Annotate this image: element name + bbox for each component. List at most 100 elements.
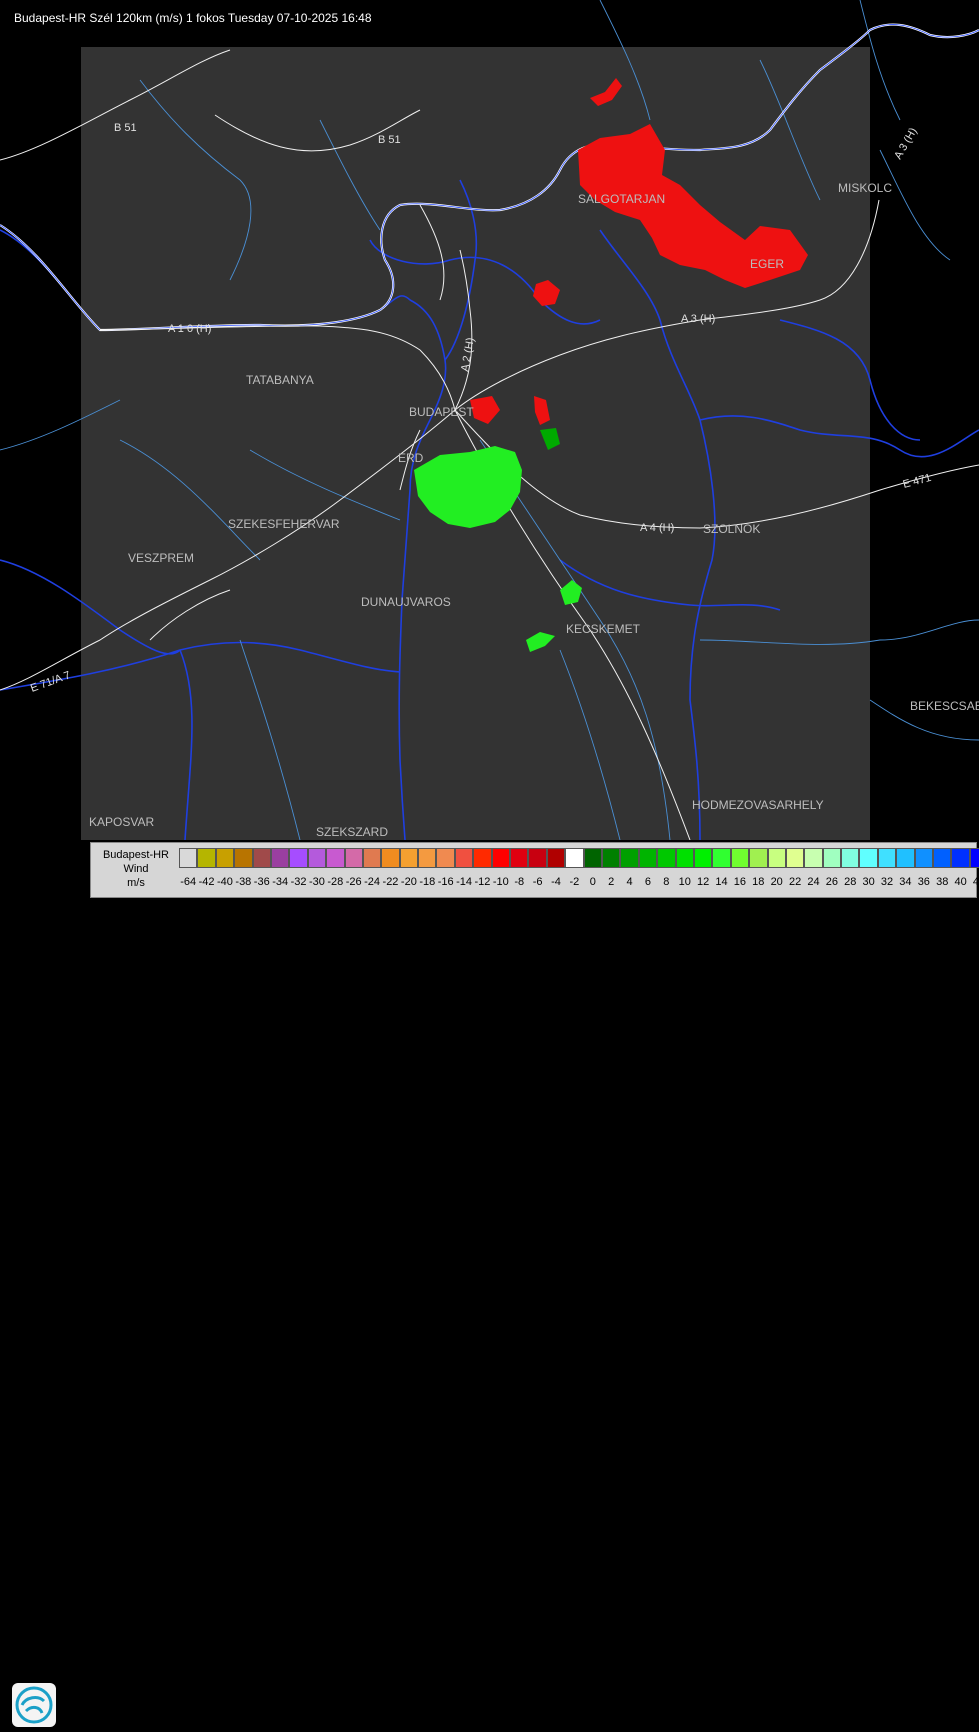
legend-swatch — [951, 848, 970, 868]
legend-tick-label: -10 — [492, 876, 509, 888]
legend-swatch — [270, 848, 290, 868]
place-label: DUNAUJVAROS — [361, 595, 451, 609]
legend-tick-label: 18 — [752, 876, 765, 888]
legend-tick-label: -22 — [382, 876, 399, 888]
legend-swatch — [436, 848, 455, 868]
place-label: MISKOLC — [838, 181, 892, 195]
legend-tick-label: -24 — [364, 876, 381, 888]
place-label: SZEKESFEHERVAR — [228, 517, 340, 531]
legend-swatch — [307, 848, 327, 868]
legend-tick-label: -32 — [290, 876, 307, 888]
legend-unit: m/s — [127, 877, 145, 889]
legend-tick-label: 2 — [608, 876, 615, 888]
legend-swatch — [454, 848, 474, 868]
legend-swatch — [859, 848, 878, 868]
place-label: SZOLNOK — [703, 522, 760, 536]
legend-swatch — [841, 848, 860, 868]
legend-tick-label: 0 — [589, 876, 596, 888]
legend-swatch — [344, 848, 363, 868]
road-label: E 471 — [902, 472, 933, 491]
legend-tick-label: -4 — [551, 876, 561, 888]
legend-swatch — [565, 848, 584, 868]
place-label: BEKESCSABA — [910, 699, 979, 713]
legend-tick-label: -18 — [419, 876, 436, 888]
place-label: SZEKSZARD — [316, 825, 388, 839]
legend-swatch — [381, 848, 400, 868]
legend-tick-label: -20 — [400, 876, 417, 888]
legend-tick-label: 38 — [936, 876, 949, 888]
legend-ticks: -64 -42 -40 -38 -36 -34 -32 -30 -28 -26 -24 -22 -20-… — [179, 876, 979, 890]
legend-swatch — [657, 848, 676, 868]
radar-coverage-area — [81, 47, 870, 840]
legend-swatch — [767, 848, 786, 868]
legend-swatch — [804, 848, 823, 868]
legend-swatch — [473, 848, 492, 868]
legend-swatches — [179, 848, 979, 868]
legend-tick-label: 26 — [825, 876, 838, 888]
legend-tick-label: -34 — [272, 876, 289, 888]
legend-swatch — [362, 848, 382, 868]
legend-tick-label: 40 — [954, 876, 967, 888]
legend-swatch — [399, 848, 419, 868]
legend-quantity: Wind — [123, 863, 149, 875]
legend-tick-label: 4 — [626, 876, 633, 888]
legend-swatch — [326, 848, 345, 868]
legend-tick-label: -64 — [180, 876, 197, 888]
legend-tick-label: -38 — [235, 876, 252, 888]
legend-swatch — [215, 848, 235, 868]
legend-swatch — [620, 848, 639, 868]
road-label: A 3 (H) — [681, 313, 715, 325]
legend-swatch — [528, 848, 547, 868]
legend-swatch — [252, 848, 271, 868]
place-label: SALGOTARJAN — [578, 192, 665, 206]
legend-tick-label: 20 — [770, 876, 783, 888]
legend-tick-label: 14 — [715, 876, 728, 888]
legend-swatch — [638, 848, 658, 868]
legend-tick-label: -16 — [437, 876, 454, 888]
road-label: A 1 0 (H) — [168, 323, 211, 335]
road-label: B 51 — [378, 134, 401, 146]
legend-tick-label: -36 — [253, 876, 270, 888]
legend-caption: Budapest-HR Wind m/s — [91, 843, 181, 897]
legend-swatch — [896, 848, 915, 868]
legend-tick-label: -8 — [514, 876, 525, 888]
legend-tick-label: -6 — [532, 876, 543, 888]
legend-swatch — [785, 848, 805, 868]
legend-swatch — [877, 848, 897, 868]
legend-tick-label: 12 — [697, 876, 710, 888]
legend-swatch — [234, 848, 253, 868]
road-label: B 51 — [114, 122, 137, 134]
legend-tick-label: 36 — [917, 876, 930, 888]
legend-swatch — [712, 848, 731, 868]
legend-swatch — [749, 848, 768, 868]
place-label: KECSKEMET — [566, 622, 641, 636]
place-label: KAPOSVAR — [89, 815, 154, 829]
radar-map[interactable]: TATABANYA BUDAPEST ERD SZEKESFEHERVAR VE… — [0, 0, 979, 840]
legend-swatch — [601, 848, 621, 868]
legend-swatch — [675, 848, 694, 868]
place-label: TATABANYA — [246, 373, 314, 387]
legend-swatch — [933, 848, 952, 868]
legend-tick-label: -28 — [327, 876, 344, 888]
color-legend: Budapest-HR Wind m/s -64 -42 -40 -38 -36 -34-… — [90, 842, 979, 898]
legend-tick-label: 16 — [733, 876, 747, 888]
legend-tick-label: -40 — [217, 876, 233, 888]
legend-swatch — [179, 848, 198, 868]
road-label: E 71/A 7 — [29, 669, 72, 695]
place-label: VESZPREM — [128, 551, 194, 565]
legend-swatch — [510, 848, 529, 868]
place-label: HODMEZOVASARHELY — [692, 798, 824, 812]
legend-swatch — [197, 848, 216, 868]
legend-tick-label: 8 — [663, 876, 670, 888]
place-label: EGER — [750, 257, 784, 271]
legend-swatch — [969, 848, 979, 868]
road-label: A 3 (H) — [892, 126, 920, 162]
place-label: BUDAPEST — [409, 405, 474, 419]
legend-site: Budapest-HR — [102, 849, 170, 861]
legend-swatch — [491, 848, 511, 868]
legend-tick-label: 28 — [844, 876, 857, 888]
legend-tick-label: -30 — [308, 876, 325, 888]
legend-swatch — [583, 848, 602, 868]
legend-tick-label: -2 — [569, 876, 580, 888]
legend-tick-label: -14 — [456, 876, 472, 888]
